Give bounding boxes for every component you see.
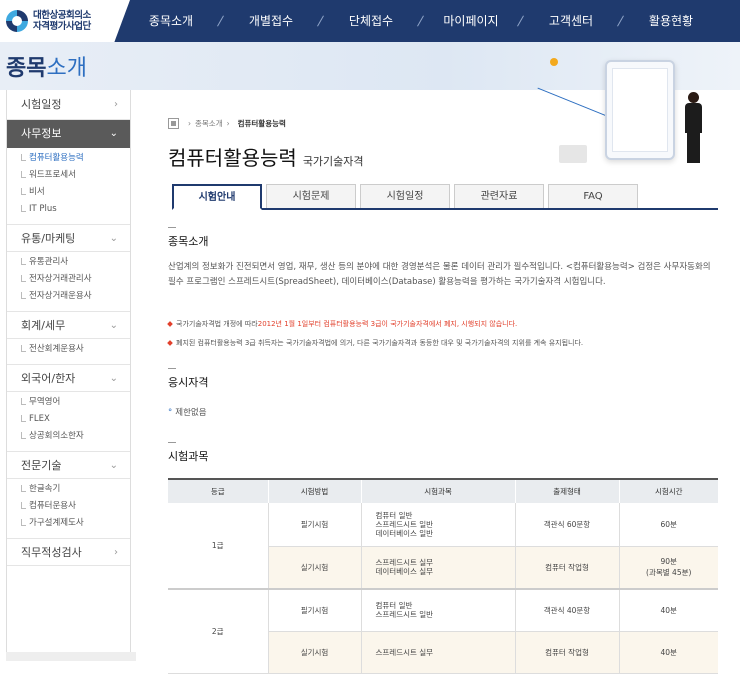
sidebar: 시험일정 › 사무정보 ⌄ 컴퓨터활용능력 워드프로세서 비서 IT Plus 유통… [6,90,131,655]
table-header: 시험방법 [268,478,362,503]
section-title-intro: 종목소개 [168,227,209,248]
sidebar-item-technical[interactable]: 전문기술 ⌄ [7,451,130,479]
tab-faq[interactable]: FAQ [548,184,638,208]
site-logo[interactable]: 대한상공회의소 자격평가사업단 [0,0,130,42]
sidebar-subitem[interactable]: IT Plus [7,201,130,218]
header-illustration [537,50,740,170]
tab-resources[interactable]: 관련자료 [454,184,544,208]
nav-item-intro[interactable]: 종목소개 [130,0,212,42]
table-header: 등급 [168,478,269,503]
person-illustration [683,92,705,164]
sidebar-item-office[interactable]: 사무정보 ⌄ [7,120,130,148]
logo-icon [6,10,28,32]
chevron-down-icon: ⌄ [109,320,118,331]
exam-subjects-table: 등급 시험방법 시험과목 출제형태 시험시간 1급 필기시험 컴퓨터 일반 스프레… [168,478,718,674]
section-title-subjects: 시험과목 [168,442,209,463]
breadcrumb-current: 컴퓨터활용능력 [237,119,286,128]
chevron-right-icon: › [114,99,118,110]
sidebar-item-accounting[interactable]: 회계/세무 ⌄ [7,311,130,339]
top-navigation-bar: 대한상공회의소 자격평가사업단 종목소개 개별접수 단체접수 마이페이지 고객센… [0,0,740,42]
sidebar-subitem[interactable]: 유통관리사 [7,254,130,271]
sidebar-subitem[interactable]: 한글속기 [7,481,130,498]
banner-title: 종목소개 [6,56,87,81]
logo-line-1: 대한상공회의소 [33,10,91,21]
chevron-down-icon: ⌄ [109,373,118,384]
main-nav: 종목소개 개별접수 단체접수 마이페이지 고객센터 활용현황 [130,0,712,42]
section-title-qualification: 응시자격 [168,368,209,389]
tablet-illustration [605,60,675,160]
sidebar-subitem[interactable]: 워드프로세서 [7,167,130,184]
nav-item-group[interactable]: 단체접수 [330,0,412,42]
sidebar-item-aptitude[interactable]: 직무적성검사 › [7,538,130,566]
grade-cell: 1급 [168,503,269,590]
home-icon[interactable] [168,118,179,129]
table-row: 2급 필기시험 컴퓨터 일반 스프레드시트 일반 객관식 40문항 40분 [168,588,718,674]
sidebar-subitem[interactable]: 상공회의소한자 [7,428,130,445]
tab-bar: 시험안내 시험문제 시험일정 관련자료 FAQ [172,184,718,210]
breadcrumb-parent[interactable]: 종목소개 [195,118,223,129]
coin-icon [550,58,558,66]
nav-item-stats[interactable]: 활용현황 [630,0,712,42]
page-title: 컴퓨터활용능력 국가기술자격 [168,146,364,170]
qualification-text: 제한없음 [168,406,206,418]
sidebar-subitem[interactable]: 가구설계제도사 [7,515,130,532]
sidebar-subitem[interactable]: 비서 [7,184,130,201]
grade-cell: 2급 [168,588,269,674]
sidebar-item-retail[interactable]: 유통/마케팅 ⌄ [7,224,130,252]
nav-item-individual[interactable]: 개별접수 [230,0,312,42]
chevron-down-icon: ⌄ [109,128,118,139]
sidebar-subitem[interactable]: 무역영어 [7,394,130,411]
table-header: 시험시간 [619,478,718,503]
table-row: 1급 필기시험 컴퓨터 일반 스프레드시트 일반 데이터베이스 일반 객관식 60문… [168,503,718,590]
sidebar-subitem[interactable]: 컴퓨터활용능력 [7,150,130,167]
chevron-right-icon: › [114,547,118,558]
logo-line-2: 자격평가사업단 [33,21,91,32]
sidebar-subitem[interactable]: 컴퓨터운용사 [7,498,130,515]
chevron-down-icon: ⌄ [109,460,118,471]
sidebar-item-schedule[interactable]: 시험일정 › [7,90,130,120]
bullet-icon [167,340,173,346]
sidebar-item-language[interactable]: 외국어/한자 ⌄ [7,364,130,392]
nav-item-mypage[interactable]: 마이페이지 [430,0,512,42]
sidebar-subitem[interactable]: 전자상거래운용사 [7,288,130,305]
bullet-icon [167,321,173,327]
notice-line: 폐지된 컴퓨터활용능력 3급 취득자는 국가기술자격법에 의거, 다른 국가기술… [167,338,583,348]
chevron-down-icon: ⌄ [109,233,118,244]
sidebar-subitem[interactable]: 전산회계운용사 [7,341,130,358]
notice-line: 국가기술자격법 개정에 따라 2012년 1월 1일부터 컴퓨터활용능력 3급이… [167,319,517,329]
sidebar-subitem[interactable]: 전자상거래관리사 [7,271,130,288]
table-header: 시험과목 [361,478,516,503]
nav-item-support[interactable]: 고객센터 [530,0,612,42]
page-subtitle: 국가기술자격 [302,155,364,168]
tab-exam-schedule[interactable]: 시험일정 [360,184,450,208]
tab-exam-questions[interactable]: 시험문제 [266,184,356,208]
tab-exam-info[interactable]: 시험안내 [172,184,262,210]
intro-text: 산업계의 정보화가 진전되면서 영업, 재무, 생산 등의 분야에 대한 경영분… [168,262,711,287]
sidebar-subitem[interactable]: FLEX [7,411,130,428]
breadcrumb: › 종목소개 › 컴퓨터활용능력 [168,118,286,129]
table-header: 출제형태 [515,478,620,503]
